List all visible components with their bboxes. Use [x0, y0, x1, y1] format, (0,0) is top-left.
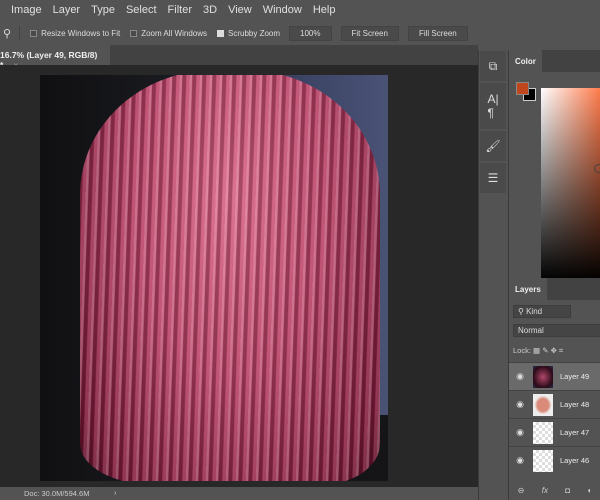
layer-row[interactable]: ◉ Layer 49 [509, 362, 600, 390]
layers-footer: ⊖ fx ◘ ◐ [509, 486, 600, 500]
menu-help[interactable]: Help [313, 4, 336, 16]
document-tab-bar: 16.7% (Layer 49, RGB/8) *× [0, 45, 478, 70]
layers-tab[interactable]: Layers [509, 278, 547, 301]
color-tab[interactable]: Color [509, 50, 542, 73]
checkbox-label: Scrubby Zoom [228, 28, 281, 38]
checkbox-box [130, 29, 138, 37]
checkbox-box [30, 29, 38, 37]
layer-row[interactable]: ◉ Layer 47 [509, 418, 600, 446]
layer-name: Layer 48 [560, 400, 590, 409]
layer-row[interactable]: ◉ Layer 46 [509, 446, 600, 474]
hair-painting [80, 75, 380, 481]
layer-thumbnail [533, 449, 553, 472]
fit-screen-button[interactable]: Fit Screen [340, 25, 399, 41]
filter-label: Kind [526, 307, 543, 316]
layers-panel: Layers ⚲ Kind Normal Lock: ▦ ✎ ✥ ⌗ ◉ Laye… [509, 278, 600, 500]
brush-settings-icon[interactable]: 🖌 [480, 131, 506, 161]
fill-screen-button[interactable]: Fill Screen [407, 25, 468, 41]
eye-icon[interactable]: ◉ [509, 399, 531, 410]
color-picker-handle[interactable] [594, 164, 600, 173]
menu-window[interactable]: Window [263, 4, 302, 16]
menu-layer[interactable]: Layer [53, 4, 81, 16]
foreground-color-swatch[interactable] [516, 82, 529, 95]
layer-thumbnail [533, 365, 553, 388]
lock-row: Lock: ▦ ✎ ✥ ⌗ [513, 346, 600, 356]
lock-icons[interactable]: ▦ ✎ ✥ ⌗ [533, 346, 563, 355]
document-tab[interactable]: 16.7% (Layer 49, RGB/8) *× [0, 45, 110, 70]
collapsed-panel-strip: ⧉ A| ¶ 🖌 ☰ [478, 50, 506, 500]
checkbox-label: Zoom All Windows [141, 28, 207, 38]
status-menu-arrow[interactable]: › [114, 488, 117, 497]
canvas-area[interactable] [0, 65, 478, 487]
resize-windows-checkbox[interactable]: Resize Windows to Fit [30, 29, 120, 38]
layer-name: Layer 46 [560, 456, 590, 465]
options-bar: ⚲ Resize Windows to Fit Zoom All Windows… [0, 22, 600, 44]
menu-filter[interactable]: Filter [168, 4, 192, 16]
eye-icon[interactable]: ◉ [509, 427, 531, 438]
scrubby-zoom-checkbox[interactable]: Scrubby Zoom [217, 29, 280, 38]
artwork-canvas[interactable] [40, 75, 388, 481]
menu-image[interactable]: Image [11, 4, 42, 16]
eye-icon[interactable]: ◉ [509, 371, 531, 382]
layer-row[interactable]: ◉ Layer 48 [509, 390, 600, 418]
zoom-tool-icon[interactable]: ⚲ [3, 27, 11, 40]
color-panel-header: Color [509, 50, 600, 73]
fx-icon[interactable]: fx [542, 486, 548, 500]
adjustments-icon[interactable]: ☰ [480, 163, 506, 193]
layer-thumbnail [533, 393, 553, 416]
link-icon[interactable]: ⊖ [518, 486, 525, 500]
character-icon[interactable]: A| ¶ [480, 83, 506, 129]
checkbox-label: Resize Windows to Fit [41, 28, 121, 38]
color-field[interactable] [541, 88, 600, 281]
doc-size: Doc: 30.0M/594.6M [24, 489, 90, 498]
eye-icon[interactable]: ◉ [509, 455, 531, 466]
blend-mode-select[interactable]: Normal [513, 324, 600, 337]
layer-name: Layer 47 [560, 428, 590, 437]
layer-filter-select[interactable]: ⚲ Kind [513, 305, 571, 318]
right-panel: Color Layers ⚲ Kind Normal Lock: ▦ ✎ ✥ ⌗… [508, 50, 600, 500]
adjustment-layer-icon[interactable]: ◐ [587, 486, 592, 500]
zoom-all-windows-checkbox[interactable]: Zoom All Windows [130, 29, 207, 38]
checkbox-box [217, 29, 224, 37]
layer-thumbnail [533, 421, 553, 444]
menu-select[interactable]: Select [126, 4, 157, 16]
status-bar: Doc: 30.0M/594.6M › [0, 487, 478, 500]
zoom-100-button[interactable]: 100% [289, 25, 332, 41]
mask-icon[interactable]: ◘ [565, 486, 570, 500]
menu-3d[interactable]: 3D [203, 4, 217, 16]
lock-label: Lock: [513, 346, 531, 355]
history-icon[interactable]: ⧉ [480, 51, 506, 81]
menu-bar: Image Layer Type Select Filter 3D View W… [0, 0, 600, 20]
layer-name: Layer 49 [560, 372, 590, 381]
menu-view[interactable]: View [228, 4, 252, 16]
menu-type[interactable]: Type [91, 4, 115, 16]
blend-mode-label: Normal [518, 326, 544, 335]
separator [19, 26, 21, 40]
layers-panel-header: Layers [509, 278, 600, 301]
